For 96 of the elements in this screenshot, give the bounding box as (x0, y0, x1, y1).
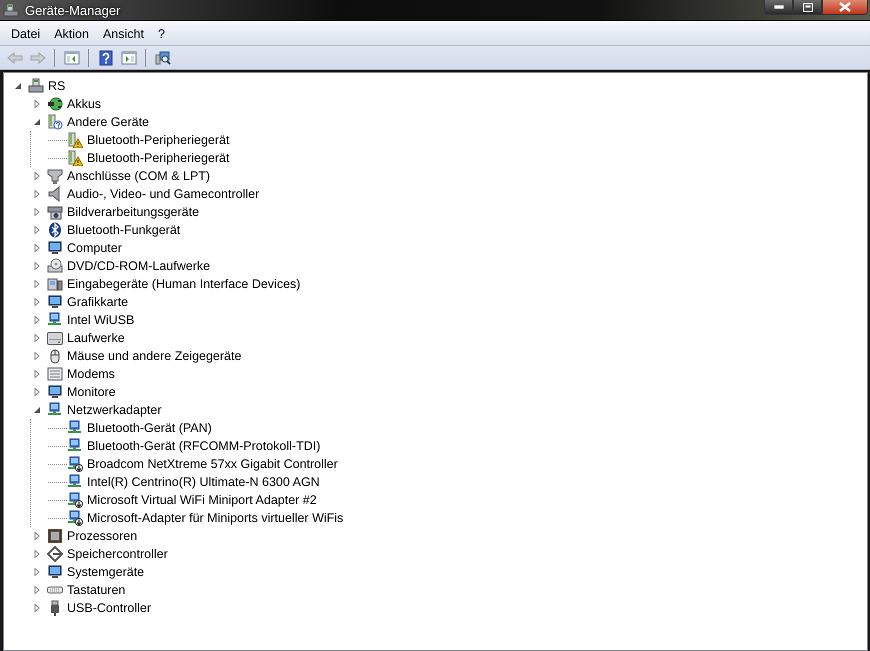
collapsed-arrow-icon[interactable] (33, 550, 41, 558)
collapsed-arrow-icon[interactable] (33, 532, 41, 540)
collapsed-arrow-icon[interactable] (33, 388, 41, 396)
input-device-icon (47, 276, 63, 292)
storage-controller-icon (47, 546, 63, 562)
tree-item[interactable]: Audio-, Video- und Gamecontroller (67, 187, 260, 201)
menu-item[interactable]: Datei (4, 26, 48, 40)
tree-item[interactable]: Andere Geräte (67, 115, 149, 129)
collapsed-arrow-icon[interactable] (33, 334, 41, 342)
tree-item[interactable]: USB-Controller (67, 601, 152, 615)
tree-item[interactable]: Grafikkarte (67, 295, 128, 309)
port-connector-icon (47, 168, 63, 184)
warning-device-icon (67, 150, 83, 166)
menu-item[interactable]: Aktion (47, 26, 96, 40)
tree-item[interactable]: Speichercontroller (67, 547, 168, 561)
tree-item[interactable]: Netzwerkadapter (67, 403, 162, 417)
tree-item[interactable]: Laufwerke (67, 331, 125, 345)
tree-item[interactable]: Bluetooth-Gerät (PAN) (87, 421, 212, 435)
collapsed-arrow-icon[interactable] (33, 604, 41, 612)
collapsed-arrow-icon[interactable] (33, 190, 41, 198)
app-icon (3, 2, 19, 18)
pane-icon (120, 50, 136, 66)
minimize-icon (774, 5, 784, 9)
network-adapter-icon (47, 402, 63, 418)
tree-item[interactable]: Broadcom NetXtreme 57xx Gigabit Controller (87, 457, 338, 471)
network-adapter-icon (67, 474, 83, 490)
tree-item[interactable]: Mäuse und andere Zeigegeräte (67, 349, 242, 363)
monitor-icon (47, 384, 63, 400)
tree-item[interactable]: Intel(R) Centrino(R) Ultimate-N 6300 AGN (87, 475, 320, 489)
tree-item[interactable]: Microsoft Virtual WiFi Miniport Adapter #2 (87, 493, 317, 507)
tree-item[interactable]: DVD/CD-ROM-Laufwerke (67, 259, 210, 273)
collapsed-arrow-icon[interactable] (33, 568, 41, 576)
tree-item[interactable]: Microsoft-Adapter für Miniports virtueller WiFis (87, 511, 344, 525)
help-icon (98, 50, 114, 66)
modem-icon (47, 366, 63, 382)
warning-device-icon (67, 132, 83, 148)
maximize-icon (802, 2, 812, 12)
menu-item[interactable]: ? (150, 26, 172, 40)
tree-item[interactable]: Computer (67, 241, 122, 255)
tree-item[interactable]: Bildverarbeitungsgeräte (67, 205, 200, 219)
computer-icon (28, 78, 44, 94)
monitor-icon (47, 564, 63, 580)
tree-item[interactable]: Eingabegeräte (Human Interface Devices) (67, 277, 300, 291)
computer-magnifier-icon (154, 50, 170, 66)
tree-item[interactable]: RS (48, 79, 66, 93)
forward-arrow-icon (30, 50, 46, 66)
tree-item[interactable]: Bluetooth-Gerät (RFCOMM-Protokoll-TDI) (87, 439, 320, 453)
tree-item[interactable]: Bluetooth-Peripheriegerät (87, 151, 230, 165)
close-icon (839, 2, 851, 12)
collapsed-arrow-icon[interactable] (33, 208, 41, 216)
tree-item[interactable]: Bluetooth-Peripheriegerät (87, 133, 230, 147)
collapsed-arrow-icon[interactable] (33, 262, 41, 270)
scanner-camera-icon (47, 204, 63, 220)
processor-chip-icon (47, 528, 63, 544)
tree-item[interactable]: Monitore (67, 385, 116, 399)
network-adapter-disabled-icon (67, 456, 83, 472)
collapsed-arrow-icon[interactable] (33, 280, 41, 288)
collapsed-arrow-icon[interactable] (33, 172, 41, 180)
tree-item[interactable]: Intel WiUSB (67, 313, 134, 327)
menu-item[interactable]: Ansicht (96, 26, 151, 40)
network-adapter-icon (47, 312, 63, 328)
collapsed-arrow-icon[interactable] (33, 244, 41, 252)
disc-drive-icon (47, 258, 63, 274)
collapsed-arrow-icon[interactable] (33, 298, 41, 306)
monitor-icon (47, 240, 63, 256)
maximize-button[interactable] (793, 0, 822, 15)
tree-item[interactable]: Akkus (67, 97, 102, 111)
bluetooth-icon (47, 222, 63, 238)
pane-icon (64, 50, 80, 66)
collapsed-arrow-icon[interactable] (33, 586, 41, 594)
tree-item[interactable]: Anschlüsse (COM & LPT) (67, 169, 210, 183)
network-adapter-disabled-icon (67, 492, 83, 508)
tree-item[interactable]: Prozessoren (67, 529, 138, 543)
network-adapter-icon (67, 420, 83, 436)
question-device-icon (47, 114, 63, 130)
collapsed-arrow-icon[interactable] (33, 316, 41, 324)
collapsed-arrow-icon[interactable] (33, 100, 41, 108)
expanded-arrow-icon[interactable] (14, 82, 22, 90)
close-button[interactable] (822, 0, 868, 15)
collapsed-arrow-icon[interactable] (33, 226, 41, 234)
network-adapter-icon (67, 438, 83, 454)
tree-item[interactable]: Systemgeräte (67, 565, 144, 579)
tree-item[interactable]: Modems (67, 367, 115, 381)
tree-item[interactable]: Tastaturen (67, 583, 126, 597)
battery-plug-icon (47, 96, 63, 112)
monitor-icon (47, 294, 63, 310)
window-title: Geräte-Manager (25, 2, 120, 18)
collapsed-arrow-icon[interactable] (33, 370, 41, 378)
expanded-arrow-icon[interactable] (33, 406, 41, 414)
minimize-button[interactable] (764, 0, 793, 15)
network-adapter-disabled-icon (67, 510, 83, 526)
tree-item[interactable]: Bluetooth-Funkgerät (67, 223, 180, 237)
hard-drive-icon (47, 330, 63, 346)
collapsed-arrow-icon[interactable] (33, 352, 41, 360)
back-arrow-icon (6, 50, 22, 66)
expanded-arrow-icon[interactable] (33, 118, 41, 126)
